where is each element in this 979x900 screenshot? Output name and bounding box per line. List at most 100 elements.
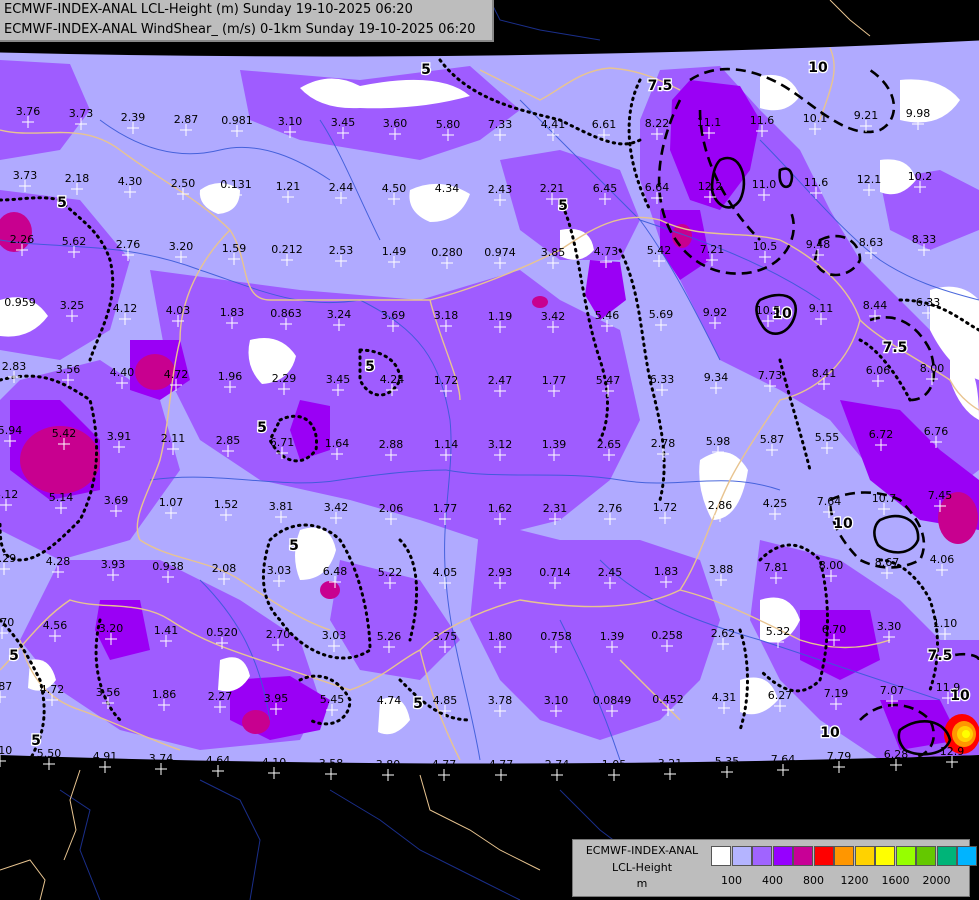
windshear-value-label: 11.0 — [752, 178, 777, 191]
windshear-value-label: 3.58 — [319, 757, 344, 770]
windshear-value-label: 3.69 — [104, 494, 129, 507]
windshear-value-label: 4.73 — [594, 245, 619, 258]
windshear-value-label: 5.98 — [706, 435, 731, 448]
legend-swatch — [731, 846, 752, 866]
contour-label: 5 — [413, 696, 423, 712]
windshear-value-label: 4.74 — [377, 694, 402, 707]
windshear-value-label: 2.86 — [708, 499, 733, 512]
windshear-value-label: 3.85 — [541, 246, 566, 259]
windshear-value-label: 4.06 — [930, 553, 955, 566]
windshear-value-label: 8.00 — [819, 559, 844, 572]
legend-swatch — [793, 846, 813, 866]
windshear-value-label: 5.62 — [62, 235, 87, 248]
windshear-value-label: 3.24 — [327, 308, 352, 321]
windshear-value-label: 6.71 — [270, 436, 295, 449]
windshear-value-label: 4.85 — [433, 694, 458, 707]
windshear-value-label: 1.86 — [152, 688, 177, 701]
windshear-value-label: 2.18 — [65, 172, 90, 185]
windshear-value-label: 0.863 — [270, 307, 302, 320]
windshear-value-label: 8.63 — [859, 236, 884, 249]
windshear-value-label: 7.64 — [817, 495, 842, 508]
windshear-value-label: 1.49 — [382, 245, 407, 258]
contour-label: 5 — [558, 198, 568, 214]
windshear-value-label: 2.31 — [543, 502, 568, 515]
windshear-value-label: 5.22 — [378, 566, 403, 579]
contour-label: 10 — [808, 60, 828, 76]
windshear-value-label: 1.83 — [220, 306, 245, 319]
windshear-value-label: 11.6 — [750, 114, 775, 127]
windshear-value-label: 9.98 — [906, 107, 931, 120]
windshear-value-label: 2.08 — [212, 562, 237, 575]
contour-label: 7.5 — [883, 340, 908, 356]
windshear-value-label: 4.12 — [113, 302, 138, 315]
windshear-value-label: 0.131 — [220, 178, 252, 191]
windshear-value-label: 0.959 — [4, 296, 36, 309]
windshear-value-label: 4.31 — [712, 691, 737, 704]
windshear-value-label: 8.33 — [912, 233, 937, 246]
windshear-value-label: 1.96 — [218, 370, 243, 383]
windshear-value-label: 6.33 — [650, 373, 675, 386]
windshear-value-label: 12.1 — [857, 173, 882, 186]
windshear-value-label: 4.30 — [118, 175, 143, 188]
windshear-value-label: 6.76 — [924, 425, 949, 438]
windshear-value-label: 5.45 — [320, 693, 345, 706]
windshear-value-label: 5.46 — [595, 309, 620, 322]
windshear-value-label: 12.9 — [940, 745, 965, 758]
windshear-value-label: 3.88 — [709, 563, 734, 576]
windshear-value-label: 2.45 — [598, 566, 623, 579]
windshear-value-label: 2.26 — [10, 233, 35, 246]
windshear-value-label: 3.30 — [877, 620, 902, 633]
windshear-value-label: 5.50 — [37, 747, 62, 760]
windshear-value-label: 3.73 — [69, 107, 94, 120]
windshear-value-label: 0.714 — [539, 566, 571, 579]
windshear-value-label: 3.25 — [60, 299, 85, 312]
windshear-value-label: 4.87 — [0, 680, 12, 693]
windshear-value-label: 4.29 — [0, 552, 16, 565]
windshear-value-label: 6.06 — [866, 364, 891, 377]
windshear-value-label: 4.91 — [93, 750, 118, 763]
windshear-value-label: 10.7 — [872, 492, 897, 505]
windshear-value-label: 1.41 — [154, 624, 179, 637]
windshear-value-label: 7.81 — [764, 561, 789, 574]
windshear-value-label: 5.80 — [436, 118, 461, 131]
windshear-value-label: 4.40 — [110, 366, 135, 379]
legend-swatch — [957, 846, 977, 866]
windshear-value-label: 6.48 — [323, 565, 348, 578]
windshear-value-label: 1.07 — [159, 496, 184, 509]
windshear-value-label: 3.20 — [99, 622, 124, 635]
windshear-value-label: 1.77 — [433, 502, 458, 515]
windshear-value-label: 5.32 — [766, 625, 791, 638]
windshear-value-label: 4.28 — [46, 555, 71, 568]
windshear-value-label: 4.12 — [0, 488, 18, 501]
windshear-value-label: 2.93 — [488, 566, 513, 579]
windshear-value-label: 3.76 — [16, 105, 41, 118]
windshear-value-label: 0.758 — [540, 630, 572, 643]
windshear-value-label: 11.6 — [804, 176, 829, 189]
windshear-value-label: 3.80 — [376, 758, 401, 771]
windshear-value-label: 2.62 — [711, 627, 736, 640]
windshear-value-label: 8.00 — [920, 362, 945, 375]
windshear-value-label: 0.520 — [206, 626, 238, 639]
legend-swatch — [854, 846, 875, 866]
windshear-value-label: 7.45 — [928, 489, 953, 502]
contour-label: 5 — [9, 648, 19, 664]
windshear-value-label: 3.42 — [324, 501, 349, 514]
windshear-value-label: 1.62 — [488, 502, 513, 515]
windshear-value-label: 2.70 — [266, 628, 291, 641]
windshear-value-label: 3.56 — [56, 363, 81, 376]
windshear-value-label: 3.73 — [13, 169, 38, 182]
legend-swatch — [834, 846, 854, 866]
windshear-value-label: 0.452 — [652, 693, 684, 706]
windshear-value-label: 2.85 — [216, 434, 241, 447]
windshear-value-label: 1.72 — [434, 374, 459, 387]
windshear-value-label: 3.42 — [541, 310, 566, 323]
legend-title-source: ECMWF-INDEX-ANAL — [585, 844, 699, 857]
contour-label: 10 — [820, 725, 840, 741]
windshear-value-label: 6.45 — [593, 182, 618, 195]
windshear-value-label: 1.19 — [488, 310, 513, 323]
windshear-value-label: 3.75 — [433, 630, 458, 643]
windshear-value-label: 1.39 — [542, 438, 567, 451]
windshear-value-label: 1.10 — [933, 617, 958, 630]
legend-swatch — [752, 846, 772, 866]
map-title-line-1: ECMWF-INDEX-ANAL LCL-Height (m) Sunday 1… — [4, 2, 413, 17]
